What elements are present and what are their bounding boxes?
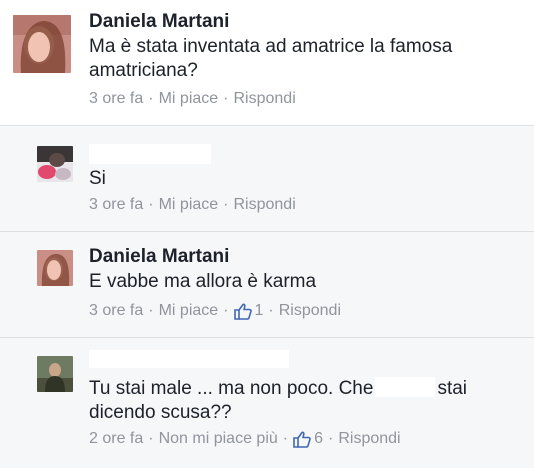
- thumbs-up-icon: [233, 303, 252, 320]
- comment-timestamp[interactable]: 3 ore fa: [89, 302, 143, 320]
- comment-meta: 3 ore fa · Mi piace · Rispondi: [89, 90, 296, 108]
- comment-3: Daniela Martani E vabbe ma allora è karm…: [0, 232, 534, 337]
- separator-dot: ·: [223, 196, 229, 213]
- like-link[interactable]: Mi piace: [159, 302, 219, 320]
- separator-dot: ·: [223, 302, 229, 319]
- reply-link[interactable]: Rispondi: [338, 430, 400, 448]
- separator-dot: ·: [148, 196, 154, 213]
- reply-link[interactable]: Rispondi: [279, 302, 341, 320]
- reply-link[interactable]: Rispondi: [234, 196, 296, 214]
- comment-text-line: dicendo scusa??: [89, 402, 232, 423]
- like-link[interactable]: Mi piace: [159, 196, 219, 214]
- redacted-word: [375, 377, 436, 397]
- comment-1: Daniela Martani Ma è stata inventata ad …: [0, 0, 534, 125]
- comment-text-line: Ma è stata inventata ad amatrice la famo…: [89, 36, 453, 57]
- redacted-author: [89, 350, 289, 368]
- comment-text: Tu stai male ... ma non poco. Che: [89, 378, 374, 399]
- separator-dot: ·: [223, 90, 229, 107]
- comment-text: stai: [437, 378, 468, 399]
- comment-text-line: E vabbe ma allora è karma: [89, 271, 317, 292]
- avatar[interactable]: [37, 356, 73, 392]
- redacted-author: [89, 144, 211, 164]
- separator-dot: ·: [148, 90, 154, 107]
- reply-link[interactable]: Rispondi: [234, 90, 296, 108]
- comment-author[interactable]: Daniela Martani: [89, 11, 229, 33]
- avatar[interactable]: [37, 146, 73, 182]
- comment-timestamp[interactable]: 2 ore fa: [89, 430, 143, 448]
- comment-2: Si 3 ore fa · Mi piace · Rispondi: [0, 126, 534, 231]
- comment-timestamp[interactable]: 3 ore fa: [89, 196, 143, 214]
- like-link[interactable]: Mi piace: [159, 90, 219, 108]
- thumbs-up-icon: [293, 431, 311, 448]
- avatar[interactable]: [37, 250, 73, 286]
- avatar[interactable]: [13, 15, 71, 73]
- comment-meta: 3 ore fa · Mi piace · 1 · Rispondi: [89, 302, 341, 320]
- separator-dot: ·: [328, 430, 334, 447]
- comment-text-line: Tu stai male ... ma non poco. Che stai: [89, 377, 467, 401]
- like-count[interactable]: 1: [255, 302, 264, 320]
- separator-dot: ·: [282, 430, 289, 447]
- comment-text-line: Si: [89, 168, 106, 189]
- like-count[interactable]: 6: [314, 430, 323, 448]
- comment-author[interactable]: Daniela Martani: [89, 246, 229, 268]
- comment-meta: 2 ore fa · Non mi piace più · 6 · Rispon…: [89, 430, 401, 448]
- comment-text-line: amatriciana?: [89, 60, 198, 81]
- unlike-link[interactable]: Non mi piace più: [159, 430, 278, 448]
- comment-meta: 3 ore fa · Mi piace · Rispondi: [89, 196, 296, 214]
- separator-dot: ·: [148, 302, 154, 319]
- separator-dot: ·: [148, 430, 154, 447]
- comment-timestamp[interactable]: 3 ore fa: [89, 90, 143, 108]
- comment-4: Tu stai male ... ma non poco. Che stai di…: [0, 338, 534, 468]
- separator-dot: ·: [268, 302, 274, 319]
